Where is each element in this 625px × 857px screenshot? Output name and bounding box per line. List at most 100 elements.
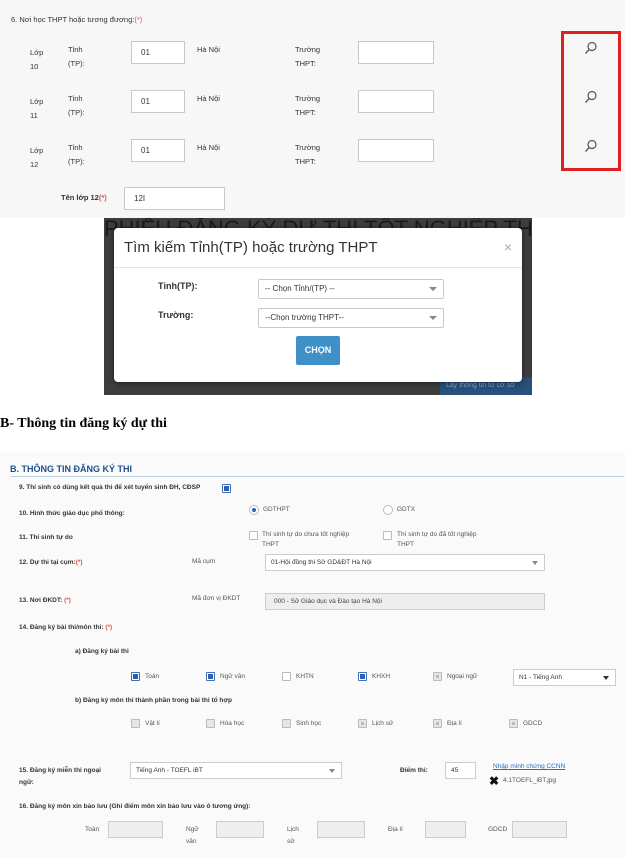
language-exemption-select[interactable]: Tiếng Anh - TOEFL iBT bbox=[130, 762, 342, 779]
grade-12-label: Lớp bbox=[30, 146, 44, 155]
q16-label: 16. Đăng ký môn xin bảo lưu (Ghi điểm mô… bbox=[19, 803, 251, 810]
grade-10-number: 10 bbox=[30, 62, 39, 71]
subject-checkbox-khtn[interactable] bbox=[282, 672, 291, 681]
q11-checkbox-not-graduated[interactable] bbox=[249, 531, 258, 540]
subject-checkbox-literature[interactable] bbox=[206, 672, 215, 681]
province-select[interactable]: -- Chọn Tỉnh/(TP) -- bbox=[258, 279, 444, 299]
reserve-input-literature[interactable] bbox=[216, 821, 264, 838]
component-label-chemistry: Hóa học bbox=[220, 720, 245, 727]
school-label-12: Trường bbox=[295, 143, 321, 152]
q14-label: 14. Đăng ký bài thi/môn thi: (*) bbox=[19, 624, 113, 631]
search-icon[interactable] bbox=[584, 139, 598, 153]
subject-checkbox-khxh[interactable] bbox=[358, 672, 367, 681]
grade-11-label: Lớp bbox=[30, 97, 44, 106]
province-label-12: Tỉnh bbox=[68, 143, 83, 152]
q11-opt2-line1: Thí sinh tự do đã tốt nghiệp bbox=[397, 531, 477, 538]
component-label-gdcd: GDCD bbox=[523, 720, 543, 727]
registration-place-field: 000 - Sở Giáo dục và Đào tạo Hà Nội bbox=[265, 593, 545, 610]
component-checkbox-biology[interactable] bbox=[282, 719, 291, 728]
province-code-input-12[interactable]: 01 bbox=[131, 139, 185, 162]
reserve-label-history-2: sử bbox=[287, 838, 295, 845]
search-icon[interactable] bbox=[584, 41, 598, 55]
reserve-input-history[interactable] bbox=[317, 821, 365, 838]
remove-file-icon[interactable]: ✖ bbox=[489, 775, 499, 787]
q10-radio-gdtx[interactable] bbox=[383, 505, 393, 515]
modal-title: Tìm kiếm Tỉnh(TP) hoặc trường THPT bbox=[124, 239, 378, 256]
close-icon[interactable]: × bbox=[504, 239, 512, 255]
q11-opt2-line2: THPT bbox=[397, 541, 414, 548]
q11-checkbox-graduated[interactable] bbox=[383, 531, 392, 540]
certificate-file-name: 4.1TOEFL_iBT.jpg bbox=[503, 777, 556, 784]
q11-label: 11. Thí sinh tự do bbox=[19, 534, 73, 541]
q11-opt1-line2: THPT bbox=[262, 541, 279, 548]
province-tp-label-11: (TP): bbox=[68, 108, 85, 117]
certificate-link[interactable]: Nhập minh chứng CCNN bbox=[493, 763, 565, 770]
school-thpt-label-11: THPT: bbox=[295, 108, 316, 117]
component-label-history: Lịch sử bbox=[372, 720, 394, 727]
component-checkbox-history[interactable] bbox=[358, 719, 367, 728]
search-icon[interactable] bbox=[584, 90, 598, 104]
component-checkbox-physics[interactable] bbox=[131, 719, 140, 728]
component-checkbox-chemistry[interactable] bbox=[206, 719, 215, 728]
choose-button[interactable]: CHỌN bbox=[296, 336, 340, 365]
province-code-input-11[interactable]: 01 bbox=[131, 90, 185, 113]
form-title-underline bbox=[10, 476, 624, 477]
component-checkbox-gdcd[interactable] bbox=[509, 719, 518, 728]
q15-label-line2: ngữ: bbox=[19, 779, 34, 786]
subject-checkbox-foreign-language[interactable] bbox=[433, 672, 442, 681]
q10-radio-gdthpt[interactable] bbox=[249, 505, 259, 515]
q13-label: 13. Nơi ĐKDT: (*) bbox=[19, 597, 71, 604]
q9-label: 9. Thí sinh có dùng kết quả thi để xét t… bbox=[19, 484, 201, 491]
reserve-label-math: Toán bbox=[85, 826, 100, 833]
province-name-12: Hà Nội bbox=[197, 143, 220, 152]
province-label-10: Tỉnh bbox=[68, 45, 83, 54]
reserve-input-math[interactable] bbox=[108, 821, 163, 838]
class-name-label: Tên lớp 12(*) bbox=[61, 193, 107, 202]
school-input-10[interactable] bbox=[358, 41, 434, 64]
school-label: Trường: bbox=[158, 310, 194, 320]
subject-label-literature: Ngữ văn bbox=[220, 673, 245, 680]
q11-opt1-line1: Thí sinh tự do chưa tốt nghiệp bbox=[262, 531, 350, 538]
province-label: Tỉnh(TP): bbox=[158, 281, 198, 291]
q9-checkbox[interactable] bbox=[222, 484, 231, 493]
q10-label: 10. Hình thức giáo dục phổ thông: bbox=[19, 510, 125, 517]
province-label-11: Tỉnh bbox=[68, 94, 83, 103]
chevron-down-icon bbox=[429, 316, 437, 320]
exam-cluster-select[interactable]: 01-Hội đồng thi Sở GD&ĐT Hà Nội bbox=[265, 554, 545, 571]
form-title: B. THÔNG TIN ĐĂNG KÝ THI bbox=[10, 464, 132, 474]
q12-code-label: Mã cụm bbox=[192, 558, 216, 565]
subject-label-khtn: KHTN bbox=[296, 673, 314, 680]
reserve-input-gdcd[interactable] bbox=[512, 821, 567, 838]
chevron-down-icon bbox=[429, 287, 437, 291]
component-label-physics: Vật lí bbox=[145, 720, 160, 727]
q15-label-line1: 15. Đăng ký miễn thi ngoại bbox=[19, 767, 101, 774]
score-label: Điểm thi: bbox=[400, 767, 428, 774]
province-name-11: Hà Nội bbox=[197, 94, 220, 103]
reserve-label-gdcd: GDCD bbox=[488, 826, 508, 833]
component-label-biology: Sinh học bbox=[296, 720, 322, 727]
score-input[interactable]: 45 bbox=[445, 762, 476, 779]
q10-gdthpt-label: GDTHPT bbox=[263, 506, 290, 513]
reserve-label-geography: Địa lí bbox=[388, 826, 403, 833]
school-select[interactable]: --Chọn trường THPT-- bbox=[258, 308, 444, 328]
section-6-label: 6. Nơi học THPT hoặc tương đương:(*) bbox=[11, 15, 143, 24]
subject-label-foreign-language: Ngoại ngữ bbox=[447, 673, 478, 680]
chevron-down-icon bbox=[603, 676, 609, 680]
chevron-down-icon bbox=[532, 561, 538, 565]
school-label-11: Trường bbox=[295, 94, 321, 103]
province-name-10: Hà Nội bbox=[197, 45, 220, 54]
school-input-11[interactable] bbox=[358, 90, 434, 113]
subject-checkbox-math[interactable] bbox=[131, 672, 140, 681]
grade-11-number: 11 bbox=[30, 111, 38, 120]
province-code-input-10[interactable]: 01 bbox=[131, 41, 185, 64]
school-input-12[interactable] bbox=[358, 139, 434, 162]
class-name-input[interactable]: 12I bbox=[124, 187, 225, 210]
language-select[interactable]: N1 - Tiếng Anh bbox=[513, 669, 616, 686]
component-checkbox-geography[interactable] bbox=[433, 719, 442, 728]
component-label-geography: Địa lí bbox=[447, 720, 462, 727]
subject-label-math: Toán bbox=[145, 673, 160, 680]
q12-label: 12. Dự thi tại cụm:(*) bbox=[19, 559, 83, 566]
school-thpt-label-12: THPT: bbox=[295, 157, 316, 166]
q14b-label: b) Đăng ký môn thi thành phần trong bài … bbox=[75, 697, 232, 704]
reserve-input-geography[interactable] bbox=[425, 821, 466, 838]
